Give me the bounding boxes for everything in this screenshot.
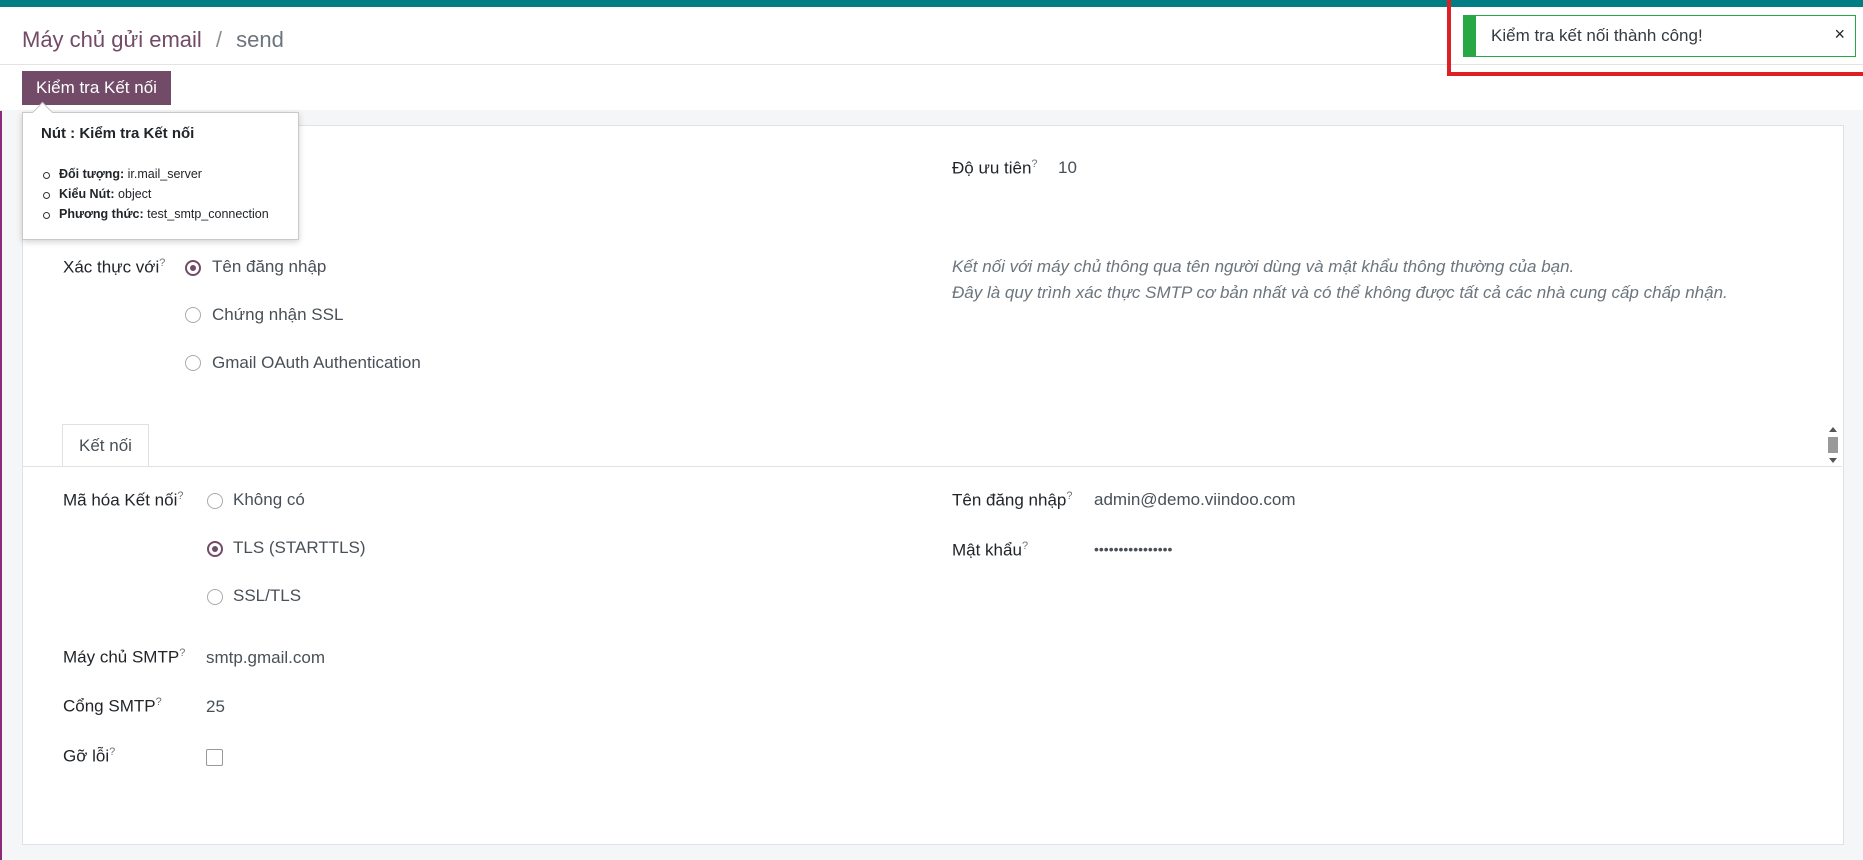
- smtp-server-label-text: Máy chủ SMTP: [63, 647, 180, 667]
- breadcrumb-current: send: [236, 27, 284, 52]
- priority-input[interactable]: 10: [1058, 158, 1077, 178]
- encryption-label: Mã hóa Kết nối?: [63, 490, 183, 511]
- tooltip-item: Phương thức: test_smtp_connection: [41, 207, 269, 227]
- tooltip-item-value: object: [118, 187, 152, 201]
- password-label-text: Mật khẩu: [952, 540, 1022, 560]
- priority-label: Độ ưu tiên?: [952, 158, 1038, 179]
- auth-radio-ssl-cert[interactable]: [185, 307, 201, 323]
- tooltip-list: Đối tượng: ir.mail_server Kiểu Nút: obje…: [41, 167, 269, 227]
- button-debug-tooltip: Nút : Kiểm tra Kết nối Đối tượng: ir.mai…: [22, 101, 299, 240]
- help-marker[interactable]: ?: [159, 257, 165, 269]
- encryption-radio-starttls[interactable]: [207, 541, 223, 557]
- auth-option-login[interactable]: Tên đăng nhập: [212, 257, 326, 277]
- auth-label-text: Xác thực với: [63, 257, 160, 277]
- encryption-radio-ssl[interactable]: [207, 589, 223, 605]
- encryption-option-none[interactable]: Không có: [233, 490, 305, 510]
- help-marker[interactable]: ?: [109, 746, 115, 758]
- priority-label-text: Độ ưu tiên: [952, 158, 1032, 178]
- debug-checkbox[interactable]: [206, 749, 223, 766]
- help-marker[interactable]: ?: [1031, 158, 1037, 170]
- auth-option-gmail[interactable]: Gmail OAuth Authentication: [212, 353, 421, 373]
- breadcrumb-parent-link[interactable]: Máy chủ gửi email: [22, 27, 202, 52]
- help-marker[interactable]: ?: [177, 490, 183, 502]
- close-icon[interactable]: ×: [1834, 24, 1845, 45]
- password-label: Mật khẩu?: [952, 540, 1028, 561]
- breadcrumb-separator: /: [215, 27, 223, 52]
- smtp-port-input[interactable]: 25: [206, 697, 225, 717]
- tab-underline: [22, 466, 1842, 467]
- auth-help-line-2: Đây là quy trình xác thực SMTP cơ bản nh…: [952, 283, 1728, 302]
- test-connection-button[interactable]: Kiểm tra Kết nối: [22, 71, 171, 105]
- help-marker[interactable]: ?: [1066, 490, 1072, 502]
- tooltip-item-key: Phương thức:: [59, 207, 144, 221]
- tooltip-item: Đối tượng: ir.mail_server: [41, 167, 269, 187]
- debug-label: Gỡ lỗi?: [63, 746, 115, 767]
- help-marker[interactable]: ?: [156, 696, 162, 708]
- tooltip-item-value: ir.mail_server: [127, 167, 202, 181]
- tooltip-item-value: test_smtp_connection: [147, 207, 269, 221]
- smtp-port-label: Cổng SMTP?: [63, 696, 162, 717]
- auth-option-ssl-cert[interactable]: Chứng nhận SSL: [212, 305, 343, 325]
- password-input[interactable]: ••••••••••••••••: [1094, 541, 1172, 557]
- breadcrumb: Máy chủ gửi email / send: [22, 27, 284, 53]
- auth-radio-gmail[interactable]: [185, 355, 201, 371]
- help-marker[interactable]: ?: [179, 647, 185, 659]
- tab-scrollbar[interactable]: [1826, 425, 1840, 467]
- scroll-up-icon[interactable]: [1829, 427, 1837, 432]
- encryption-option-starttls[interactable]: TLS (STARTTLS): [233, 538, 366, 558]
- auth-help-line-1: Kết nối với máy chủ thông qua tên người …: [952, 257, 1575, 276]
- auth-radio-login[interactable]: [185, 260, 201, 276]
- smtp-port-label-text: Cổng SMTP: [63, 696, 156, 716]
- encryption-radio-none[interactable]: [207, 493, 223, 509]
- tooltip-title: Nút : Kiểm tra Kết nối: [41, 125, 195, 142]
- success-toast: Kiểm tra kết nối thành công! ×: [1463, 15, 1856, 57]
- encryption-option-ssl[interactable]: SSL/TLS: [233, 586, 301, 606]
- tooltip-item-key: Đối tượng:: [59, 167, 125, 181]
- help-marker[interactable]: ?: [1022, 540, 1028, 552]
- username-label-text: Tên đăng nhập: [952, 490, 1067, 510]
- auth-label: Xác thực với?: [63, 257, 165, 278]
- tooltip-item: Kiểu Nút: object: [41, 187, 269, 207]
- tooltip-item-key: Kiểu Nút:: [59, 187, 115, 201]
- smtp-server-label: Máy chủ SMTP?: [63, 647, 185, 668]
- username-label: Tên đăng nhập?: [952, 490, 1073, 511]
- smtp-server-input[interactable]: smtp.gmail.com: [206, 648, 325, 668]
- tab-connection[interactable]: Kết nối: [62, 424, 149, 467]
- scroll-thumb[interactable]: [1828, 437, 1838, 453]
- username-input[interactable]: admin@demo.viindoo.com: [1094, 490, 1296, 510]
- scroll-down-icon[interactable]: [1829, 458, 1837, 463]
- encryption-label-text: Mã hóa Kết nối: [63, 490, 178, 510]
- toast-message: Kiểm tra kết nối thành công!: [1491, 26, 1703, 45]
- debug-label-text: Gỡ lỗi: [63, 746, 110, 766]
- toast-status-bar: [1464, 16, 1476, 56]
